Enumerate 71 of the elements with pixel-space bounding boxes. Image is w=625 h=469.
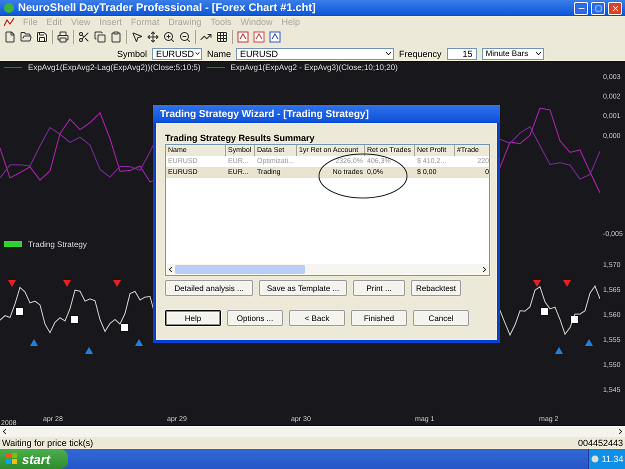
table-scrollbar[interactable] [166, 264, 489, 275]
copy-icon[interactable] [94, 31, 106, 43]
cut-icon[interactable] [78, 31, 90, 43]
open-folder-icon[interactable] [20, 31, 32, 43]
start-button[interactable]: start [0, 449, 68, 469]
caret-icon [534, 49, 543, 58]
scroll-right-icon[interactable] [480, 265, 489, 274]
windows-logo-icon [6, 453, 18, 465]
up-triangle-icon [555, 347, 563, 354]
zoom-in-icon[interactable] [163, 31, 175, 43]
close-button[interactable] [608, 2, 622, 14]
up-triangle-icon [135, 339, 143, 346]
legend-line-icon [206, 66, 225, 68]
action-button[interactable]: Save as Template ... [259, 280, 347, 296]
close-icon [610, 4, 620, 12]
dialog-button[interactable]: < Back [289, 310, 345, 326]
clock: 11.34 [602, 454, 624, 464]
printer-icon[interactable] [57, 31, 69, 43]
up-triangle-icon [30, 339, 38, 346]
symbol-label: Symbol [117, 48, 148, 58]
app-logo-icon [3, 2, 15, 14]
legend-label: ExpAvg1(ExpAvg2 - ExpAvg3)(Close;10;10;20) [230, 62, 398, 72]
name-label: Name [207, 48, 232, 58]
down-triangle-icon [8, 280, 16, 287]
legend-swatch-icon [4, 241, 22, 247]
symbol-dropdown[interactable]: EURUSD [152, 48, 202, 60]
legend-label: ExpAvg1(ExpAvg2-Lag(ExpAvg2))(Close;5;10;5) [28, 62, 201, 72]
dialog-title: Trading Strategy Wizard - [Trading Strategy] [160, 108, 369, 120]
grid-icon[interactable] [216, 31, 228, 43]
down-triangle-icon [533, 280, 541, 287]
restore-icon [594, 4, 602, 12]
section-heading: Trading Strategy Results Summary [165, 133, 316, 143]
legend-label: Trading Strategy [28, 240, 87, 248]
horizontal-scrollbar[interactable] [0, 426, 625, 437]
down-triangle-icon [563, 280, 571, 287]
frequency-field[interactable]: 15 [446, 48, 477, 60]
down-triangle-icon [113, 280, 121, 287]
scroll-left-icon[interactable] [166, 265, 175, 274]
scroll-right-icon[interactable] [616, 427, 625, 436]
frequency-label: Frequency [399, 48, 442, 58]
down-triangle-icon [63, 280, 71, 287]
action-button[interactable]: Rebacktest [411, 280, 461, 296]
save-icon[interactable] [36, 31, 48, 43]
line-tool-icon[interactable] [200, 31, 212, 43]
up-triangle-icon [585, 339, 593, 346]
bars-dropdown[interactable]: Minute Bars [482, 48, 544, 60]
dialog-button[interactable]: Finished [351, 310, 407, 326]
dialog-button[interactable]: Options ... [227, 310, 283, 326]
legend-line-icon [4, 66, 22, 68]
up-triangle-icon [85, 347, 93, 354]
paste-icon[interactable] [110, 31, 122, 43]
chart-tool-icon[interactable] [269, 31, 281, 43]
status-message: Waiting for price tick(s) [2, 438, 94, 448]
action-button[interactable]: Print ... [353, 280, 405, 296]
caret-icon [384, 49, 394, 58]
dialog-button[interactable]: Cancel [413, 310, 469, 326]
chart-tool-icon[interactable] [253, 31, 265, 43]
restore-button[interactable] [591, 2, 605, 14]
window-title: NeuroShell DayTrader Professional - [Forex Chart #1.cht] [18, 2, 317, 14]
tray-icon[interactable] [590, 455, 599, 463]
dialog-button[interactable]: Help [165, 310, 221, 326]
new-file-icon[interactable] [4, 31, 16, 43]
chart-menu-icon[interactable] [4, 18, 14, 26]
name-dropdown[interactable]: EURUSD [236, 48, 394, 60]
status-counter: 004452443 [578, 438, 623, 448]
action-button[interactable]: Detailed analysis ... [165, 280, 253, 296]
scroll-left-icon[interactable] [0, 427, 9, 436]
pointer-icon[interactable] [131, 31, 143, 43]
chart-tool-icon[interactable] [237, 31, 249, 43]
zoom-out-icon[interactable] [179, 31, 191, 43]
minimize-button[interactable] [574, 2, 588, 14]
